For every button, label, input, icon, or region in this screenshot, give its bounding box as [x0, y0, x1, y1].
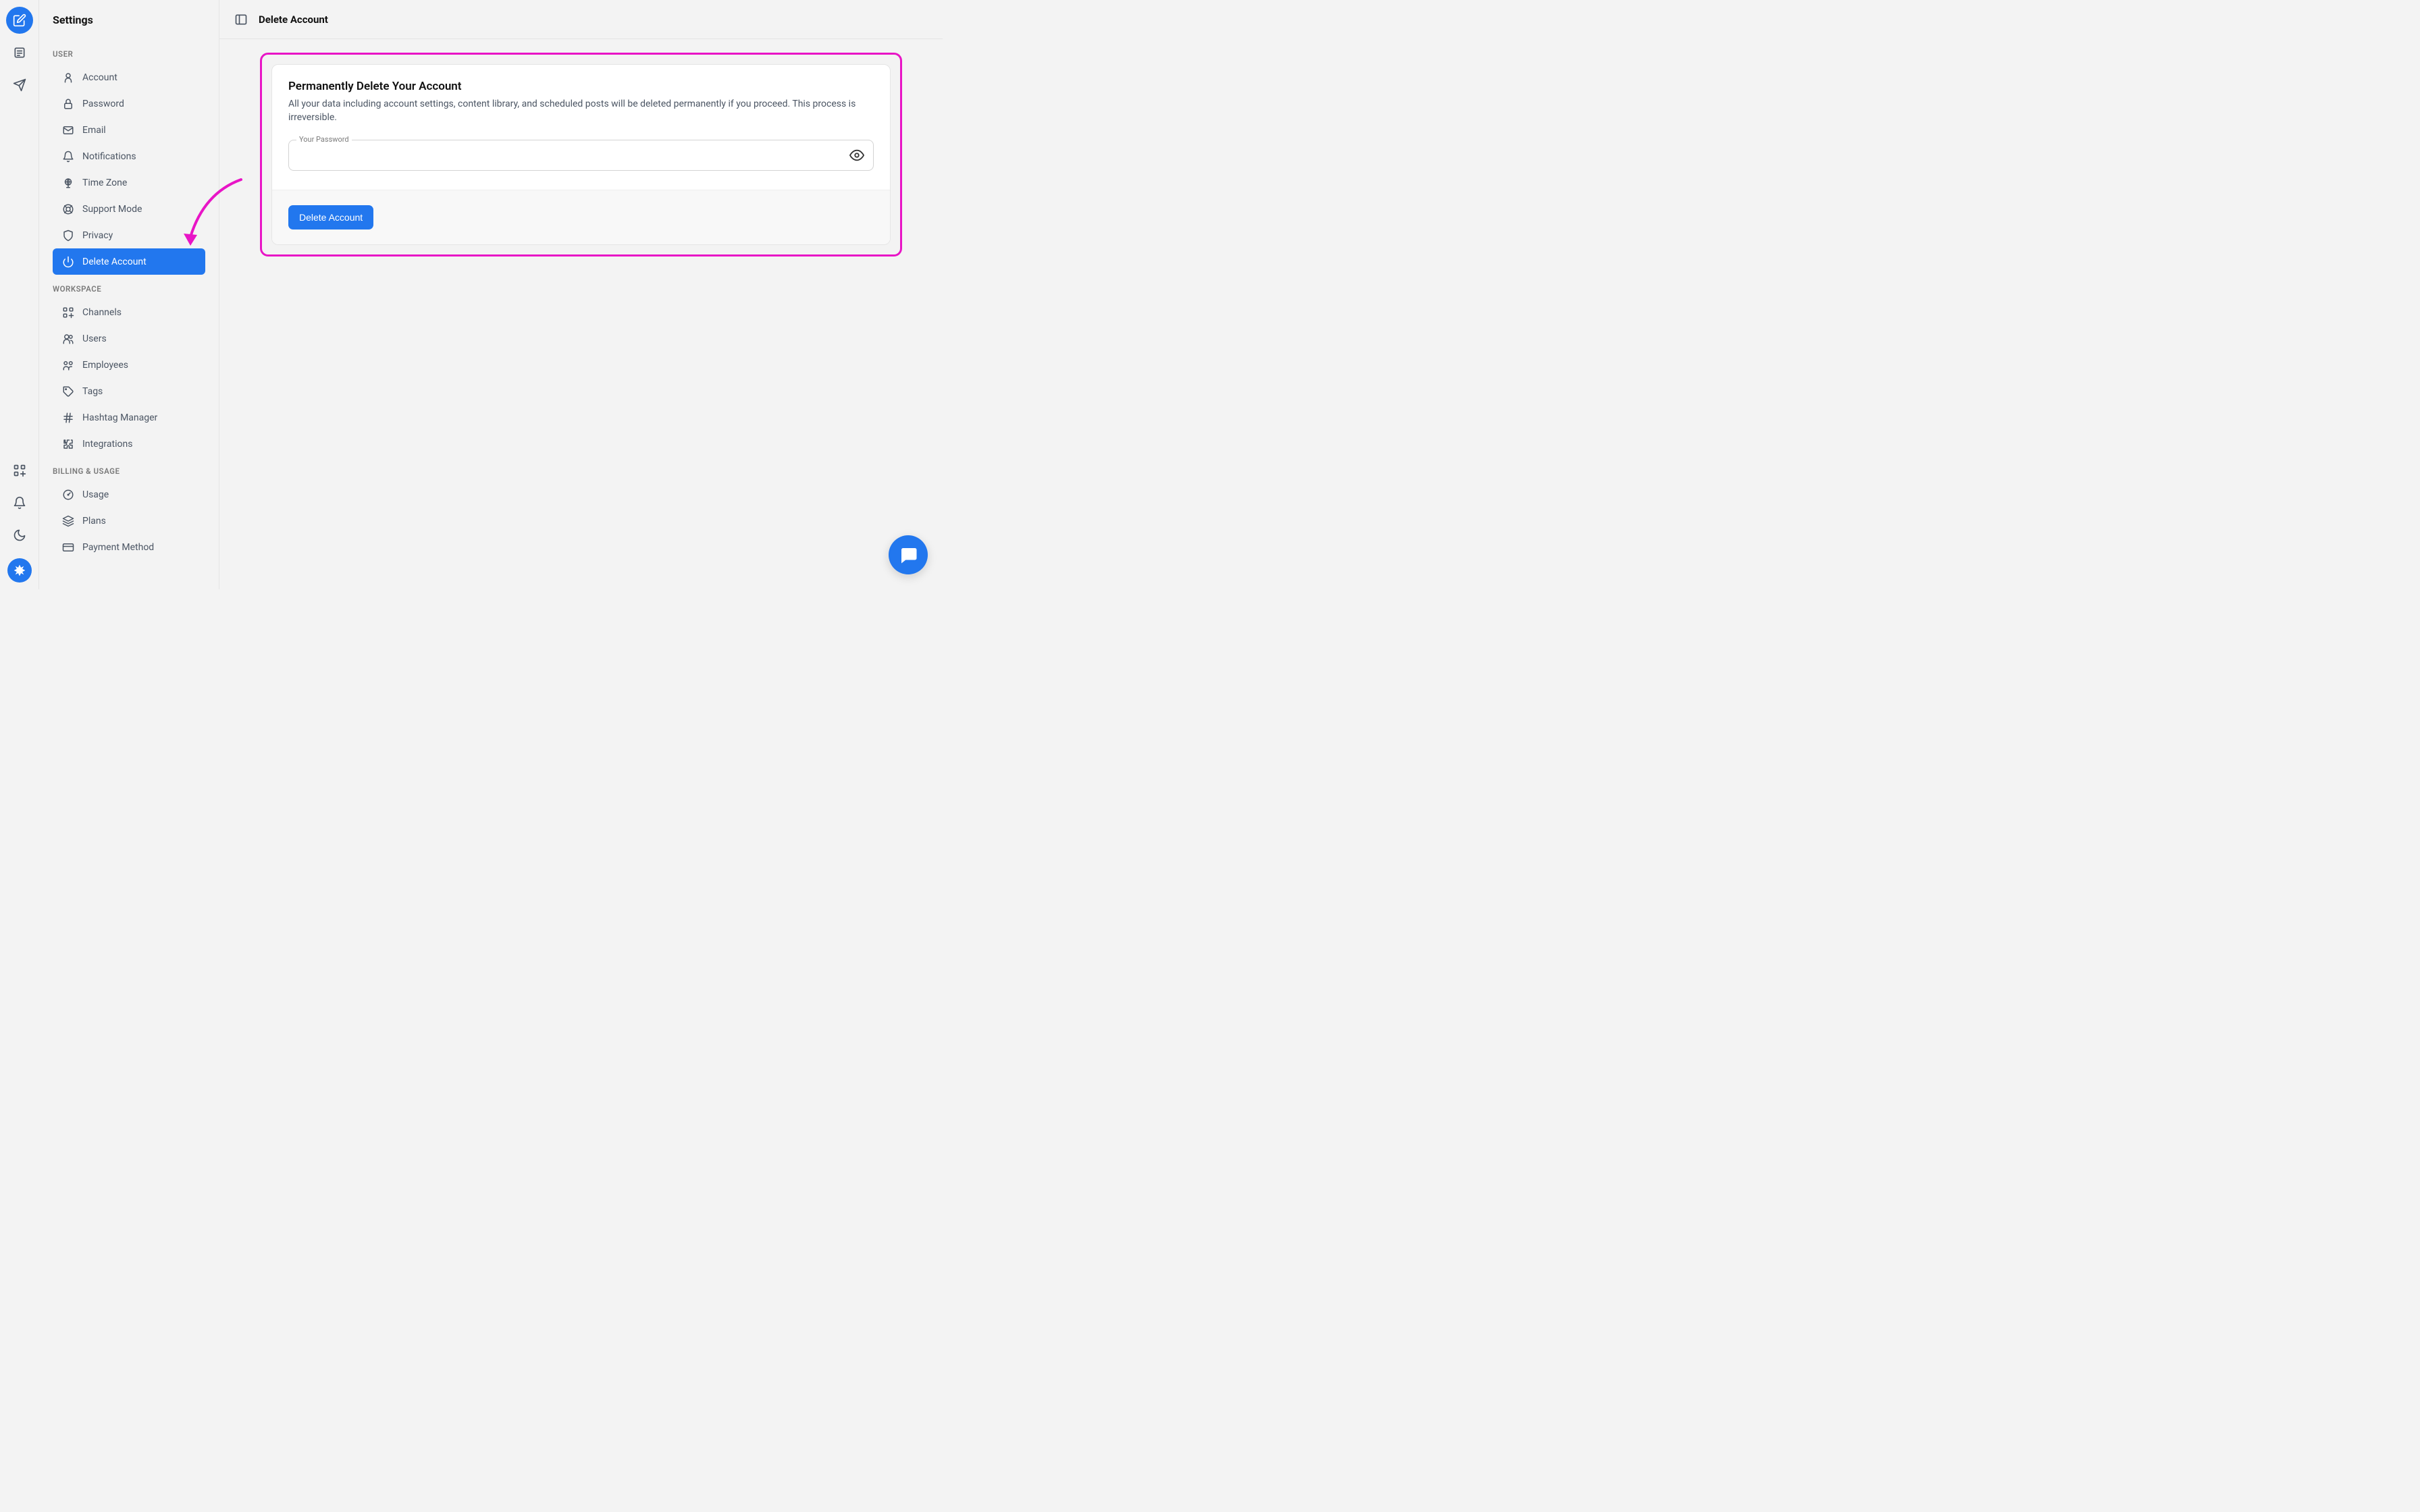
library-button[interactable] [6, 39, 33, 66]
section-user: USER [39, 40, 219, 64]
apps-button[interactable] [6, 457, 33, 484]
password-label: Your Password [296, 135, 352, 144]
card-description: All your data including account settings… [288, 97, 874, 125]
icon-rail [0, 0, 39, 589]
settings-sidebar: Settings USER Account Password Email Not… [39, 0, 219, 589]
page-title: Delete Account [259, 14, 328, 26]
send-button[interactable] [6, 72, 33, 99]
nav-label: Payment Method [82, 542, 154, 553]
apps-icon [62, 306, 74, 319]
eye-icon [849, 148, 864, 163]
rail-bottom [0, 457, 39, 583]
brand-icon [13, 564, 26, 577]
nav-label: Account [82, 72, 117, 83]
lifebuoy-icon [62, 203, 74, 215]
nav-label: Integrations [82, 439, 132, 450]
nav-channels[interactable]: Channels [53, 299, 205, 325]
theme-button[interactable] [6, 522, 33, 549]
nav-notifications[interactable]: Notifications [53, 143, 205, 169]
chat-button[interactable] [889, 535, 928, 574]
nav-label: Channels [82, 307, 122, 318]
card-title: Permanently Delete Your Account [288, 80, 874, 93]
main-header: Delete Account [219, 0, 943, 39]
nav-payment-method[interactable]: Payment Method [53, 534, 205, 560]
delete-account-card: Permanently Delete Your Account All your… [271, 64, 891, 245]
nav-privacy[interactable]: Privacy [53, 222, 205, 248]
nav-integrations[interactable]: Integrations [53, 431, 205, 457]
section-billing: BILLING & USAGE [39, 457, 219, 481]
nav-label: Support Mode [82, 204, 142, 215]
chat-icon [898, 545, 918, 565]
shield-icon [62, 230, 74, 242]
nav-label: Employees [82, 360, 128, 371]
gauge-icon [62, 489, 74, 501]
employees-icon [62, 359, 74, 371]
panel-left-icon [234, 13, 248, 26]
nav-users[interactable]: Users [53, 325, 205, 352]
nav-label: Email [82, 125, 106, 136]
highlight-frame: Permanently Delete Your Account All your… [260, 53, 902, 256]
bell-icon [62, 151, 74, 163]
nav-label: Delete Account [82, 256, 147, 267]
credit-card-icon [62, 541, 74, 554]
nav-tags[interactable]: Tags [53, 378, 205, 404]
nav-label: Password [82, 99, 124, 109]
nav-label: Time Zone [82, 178, 127, 188]
bell-icon [13, 496, 26, 510]
layers-icon [62, 515, 74, 527]
delete-account-button[interactable]: Delete Account [288, 205, 373, 230]
toggle-password-visibility[interactable] [847, 146, 866, 165]
nav-usage[interactable]: Usage [53, 481, 205, 508]
users-icon [62, 333, 74, 345]
nav-label: Usage [82, 489, 109, 500]
alerts-button[interactable] [6, 489, 33, 516]
nav-label: Hashtag Manager [82, 412, 157, 423]
nav-password[interactable]: Password [53, 90, 205, 117]
nav-label: Privacy [82, 230, 113, 241]
grid-plus-icon [13, 464, 26, 477]
globe-icon [62, 177, 74, 189]
puzzle-icon [62, 438, 74, 450]
compose-icon [13, 14, 26, 27]
hash-icon [62, 412, 74, 424]
card-body: Permanently Delete Your Account All your… [272, 65, 890, 190]
nav-label: Plans [82, 516, 106, 526]
compose-button[interactable] [6, 7, 33, 34]
nav-email[interactable]: Email [53, 117, 205, 143]
nav-delete-account[interactable]: Delete Account [53, 248, 205, 275]
nav-plans[interactable]: Plans [53, 508, 205, 534]
card-footer: Delete Account [272, 190, 890, 244]
content-wrap: Permanently Delete Your Account All your… [219, 39, 943, 270]
lock-icon [62, 98, 74, 110]
send-icon [13, 78, 26, 92]
nav-support-mode[interactable]: Support Mode [53, 196, 205, 222]
password-input[interactable] [289, 140, 873, 170]
tag-icon [62, 385, 74, 398]
nav-hashtag-manager[interactable]: Hashtag Manager [53, 404, 205, 431]
nav-label: Notifications [82, 151, 136, 162]
nav-label: Tags [82, 386, 103, 397]
moon-icon [13, 529, 26, 542]
nav-label: Users [82, 333, 107, 344]
nav-account[interactable]: Account [53, 64, 205, 90]
brand-logo[interactable] [7, 558, 32, 583]
nav-employees[interactable]: Employees [53, 352, 205, 378]
settings-title: Settings [39, 0, 219, 40]
main-panel: Delete Account Permanently Delete Your A… [219, 0, 943, 589]
newspaper-icon [13, 46, 26, 59]
mail-icon [62, 124, 74, 136]
nav-timezone[interactable]: Time Zone [53, 169, 205, 196]
power-icon [62, 256, 74, 268]
section-workspace: WORKSPACE [39, 275, 219, 299]
user-icon [62, 72, 74, 84]
panel-toggle-button[interactable] [234, 13, 248, 26]
password-field-wrap: Your Password [288, 140, 874, 171]
